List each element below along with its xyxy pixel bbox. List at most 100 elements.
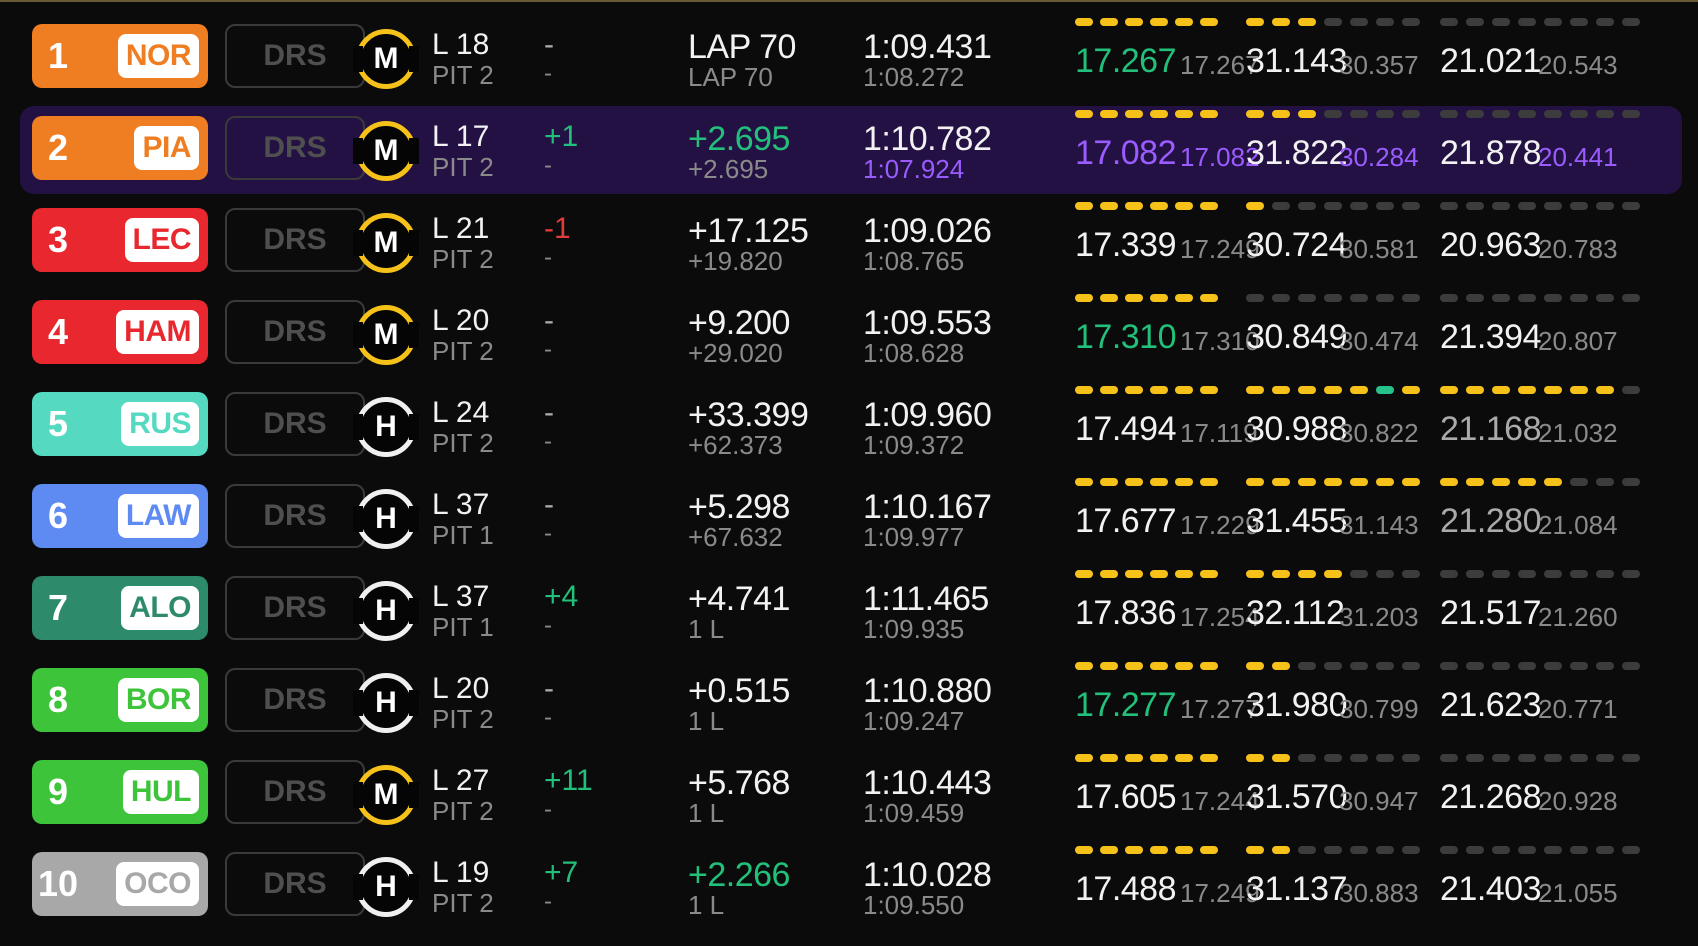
mini-sector [1440,386,1458,394]
mini-sector [1150,110,1168,118]
drs-indicator: DRS [225,300,365,364]
mini-sector [1518,570,1536,578]
mini-sector [1298,294,1316,302]
mini-sector [1622,294,1640,302]
mini-sector [1246,294,1264,302]
mini-sector [1440,478,1458,486]
driver-row[interactable]: 1 NOR DRS M L 18 PIT 2- - LAP 70 LAP 70 1:09.… [20,14,1682,102]
mini-sector [1246,386,1264,394]
sector-time: 31.822 [1246,134,1348,172]
mini-sector [1150,18,1168,26]
mini-sector [1466,478,1484,486]
mini-sector [1518,202,1536,210]
tyre-hard-icon: H [353,397,419,457]
mini-sector [1544,754,1562,762]
mini-sector [1518,662,1536,670]
driver-row[interactable]: 4 HAM DRS M L 20 PIT 2- - +9.200 +29.020 1:09… [20,290,1682,378]
mini-sector [1298,202,1316,210]
mini-sector [1298,110,1316,118]
driver-row[interactable]: 3 LEC DRS M L 21 PIT 2 -1- +17.125 +19.820 1:… [20,198,1682,286]
leader-gap: +67.632 [688,522,783,552]
position-change: -1 [544,212,571,245]
mini-sector [1246,18,1264,26]
mini-sector [1324,202,1342,210]
mini-sector [1075,202,1093,210]
best-lap-time: 1:08.765 [863,246,965,276]
position-number: 8 [47,679,69,720]
mini-sector [1492,202,1510,210]
mini-sector [1570,386,1588,394]
position-change-sub: - [544,428,552,455]
mini-sector [1125,846,1143,854]
mini-sector [1596,202,1614,210]
mini-sector [1272,478,1290,486]
best-lap-time: 1:09.977 [863,522,965,552]
stint-lap-count: L 21 [432,212,490,245]
pit-count: PIT 2 [432,704,494,734]
mini-sector [1150,570,1168,578]
drs-indicator: DRS [225,852,365,916]
mini-sector [1350,662,1368,670]
tyre-compound-letter: H [375,870,397,903]
mini-sector [1596,294,1614,302]
mini-sector [1246,570,1264,578]
mini-sector [1466,18,1484,26]
mini-sector [1324,478,1342,486]
tyre-hard-icon: H [353,857,419,917]
sector-time: 21.623 [1440,686,1542,724]
mini-sector [1246,110,1264,118]
driver-row[interactable]: 7 ALO DRS H L 37 PIT 1 +4- +4.741 1 L 1:11.46… [20,566,1682,654]
mini-sector [1570,846,1588,854]
tyre-compound-letter: M [373,42,399,75]
mini-sector [1440,754,1458,762]
mini-sector [1125,662,1143,670]
mini-sector [1570,754,1588,762]
driver-row[interactable]: 9 HUL DRS M L 27 PIT 2 +11- +5.768 1 L 1:10.4… [20,750,1682,838]
mini-sector [1175,202,1193,210]
position-badge: 1 NOR [32,24,208,88]
position-badge: 4 HAM [32,300,208,364]
mini-sector [1570,294,1588,302]
sector-best-time: 30.581 [1339,234,1419,264]
mini-sector [1440,202,1458,210]
mini-sector [1246,846,1264,854]
driver-code: HUL [122,770,199,814]
mini-sector [1596,18,1614,26]
mini-sector [1175,110,1193,118]
mini-sector [1440,570,1458,578]
sector-time: 21.268 [1440,778,1542,816]
driver-row[interactable]: 6 LAW DRS H L 37 PIT 1- - +5.298 +67.632 1:10… [20,474,1682,562]
best-lap-time: 1:09.459 [863,798,965,828]
leader-gap: 1 L [688,798,725,828]
mini-sector [1125,202,1143,210]
position-badge: 5 RUS [32,392,208,456]
mini-sector [1272,110,1290,118]
mini-sector [1100,202,1118,210]
mini-sector [1518,478,1536,486]
tyre-medium-icon: M [353,765,419,825]
sector-best-time: 21.260 [1538,602,1618,632]
mini-sector [1350,754,1368,762]
mini-sector [1622,110,1640,118]
driver-code: OCO [116,862,199,906]
mini-sector [1324,294,1342,302]
sector-time: 32.112 [1246,594,1345,632]
mini-sector [1440,662,1458,670]
mini-sector [1466,662,1484,670]
sector-time: 17.310 [1075,318,1177,356]
mini-sector [1440,846,1458,854]
driver-row[interactable]: 5 RUS DRS H L 24 PIT 2- - +33.399 +62.373 1:0… [20,382,1682,470]
mini-sector [1596,110,1614,118]
driver-row[interactable]: 2 PIA DRS M L 17 PIT 2 +1- +2.695 +2.695 1:10… [20,106,1682,194]
mini-sector [1622,570,1640,578]
driver-row[interactable]: 8 BOR DRS H L 20 PIT 2- - +0.515 1 L 1:10.880… [20,658,1682,746]
driver-row[interactable]: 10 OCO DRS H L 19 PIT 2 +7- +2.266 1 L 1:10.0… [20,842,1682,930]
sector-time: 20.963 [1440,226,1542,264]
pit-count: PIT 2 [432,60,494,90]
pit-count: PIT 2 [432,244,494,274]
position-badge: 7 ALO [32,576,208,640]
mini-sector [1246,478,1264,486]
mini-sector [1402,294,1420,302]
mini-sector [1150,754,1168,762]
mini-sector [1376,570,1394,578]
